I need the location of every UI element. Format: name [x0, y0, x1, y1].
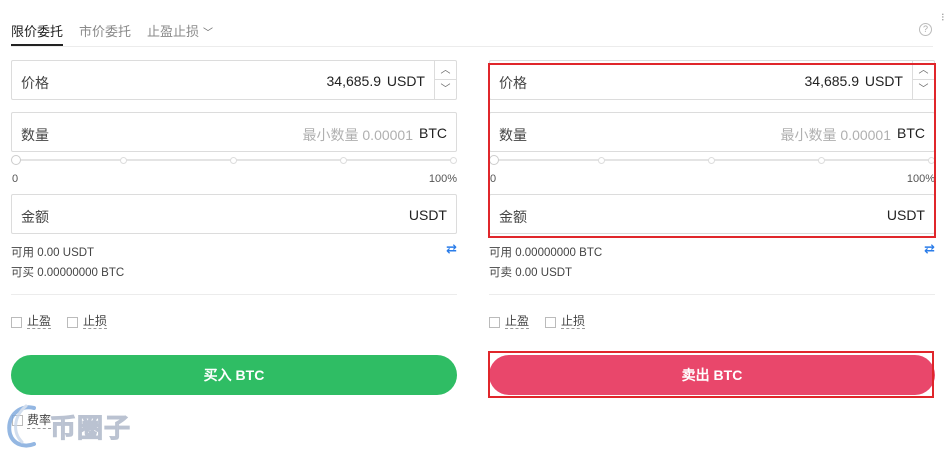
tabs-divider — [11, 46, 933, 47]
buy-amount-unit: USDT — [408, 207, 447, 223]
buy-percent-slider[interactable] — [11, 155, 457, 165]
buy-amount-field[interactable]: 金额 USDT — [11, 194, 457, 234]
tab-stop-order[interactable]: 止盈止损 ﹀ — [147, 14, 213, 46]
buy-max-quantity: 可买 0.00000000 BTC — [11, 267, 125, 279]
stop-loss-label: 止损 — [83, 314, 108, 329]
slider-mark-25[interactable] — [120, 157, 127, 164]
buy-quantity-unit: BTC — [419, 125, 447, 141]
buy-btc-button[interactable]: 买入 BTC — [11, 355, 457, 395]
highlight-box-sell-button — [488, 351, 934, 398]
more-vertical-icon[interactable]: ··· — [936, 12, 947, 20]
buy-price-label: 价格 — [21, 75, 49, 91]
buy-price-value[interactable]: 34,685.9 — [327, 73, 382, 89]
slider-mark-50[interactable] — [230, 157, 237, 164]
buy-quantity-label: 数量 — [21, 127, 49, 143]
buy-quantity-field[interactable]: 数量 最小数量 0.00001 BTC — [11, 112, 457, 152]
checkbox-icon[interactable] — [67, 316, 78, 328]
swap-icon[interactable]: ⇄ — [924, 241, 935, 257]
checkbox-icon[interactable] — [11, 316, 22, 328]
increment-button[interactable]: ︿ — [435, 61, 456, 80]
swap-icon[interactable]: ⇄ — [446, 241, 457, 257]
checkbox-icon[interactable] — [545, 316, 556, 328]
sell-max-quantity: 可卖 0.00 USDT — [489, 267, 573, 279]
sell-available-balance: 可用 0.00000000 BTC — [489, 247, 603, 259]
slider-max-label: 100% — [428, 173, 457, 185]
sell-take-profit-checkbox[interactable]: 止盈 — [489, 314, 530, 329]
highlight-box-sell-inputs — [488, 63, 936, 238]
buy-quantity-placeholder[interactable]: 最小数量 0.00001 — [303, 125, 414, 145]
chevron-down-icon: ﹀ — [203, 28, 214, 39]
buy-stop-loss-checkbox[interactable]: 止损 — [67, 314, 108, 329]
divider — [489, 294, 935, 295]
help-icon[interactable]: ? — [919, 23, 932, 36]
slider-mark-75[interactable] — [340, 157, 347, 164]
checkbox-icon[interactable] — [489, 316, 500, 328]
order-type-tabs: 限价委托 市价委托 止盈止损 ﹀ — [11, 14, 229, 46]
tab-limit-order[interactable]: 限价委托 — [11, 14, 64, 46]
slider-min-label: 0 — [12, 173, 19, 185]
decrement-button[interactable]: ﹀ — [435, 80, 456, 99]
sell-stop-loss-checkbox[interactable]: 止损 — [545, 314, 586, 329]
tab-market-order[interactable]: 市价委托 — [79, 14, 131, 46]
divider — [11, 294, 457, 295]
watermark-logo-icon — [7, 404, 36, 448]
buy-price-stepper[interactable]: ︿ ﹀ — [434, 61, 456, 99]
watermark-text: 币圈子 — [49, 412, 132, 443]
slider-mark-100[interactable] — [450, 157, 457, 164]
slider-handle[interactable] — [11, 155, 21, 165]
stop-loss-label: 止损 — [561, 314, 586, 329]
take-profit-label: 止盈 — [505, 314, 530, 329]
watermark: 币圈子 — [4, 402, 131, 450]
buy-price-field[interactable]: 价格 34,685.9 USDT ︿ ﹀ — [11, 60, 457, 100]
tab-stop-order-label: 止盈止损 — [147, 24, 200, 39]
buy-amount-label: 金额 — [21, 209, 49, 225]
buy-price-unit: USDT — [386, 73, 425, 89]
buy-take-profit-checkbox[interactable]: 止盈 — [11, 314, 52, 329]
buy-available-balance: 可用 0.00 USDT — [11, 247, 95, 259]
take-profit-label: 止盈 — [27, 314, 52, 329]
